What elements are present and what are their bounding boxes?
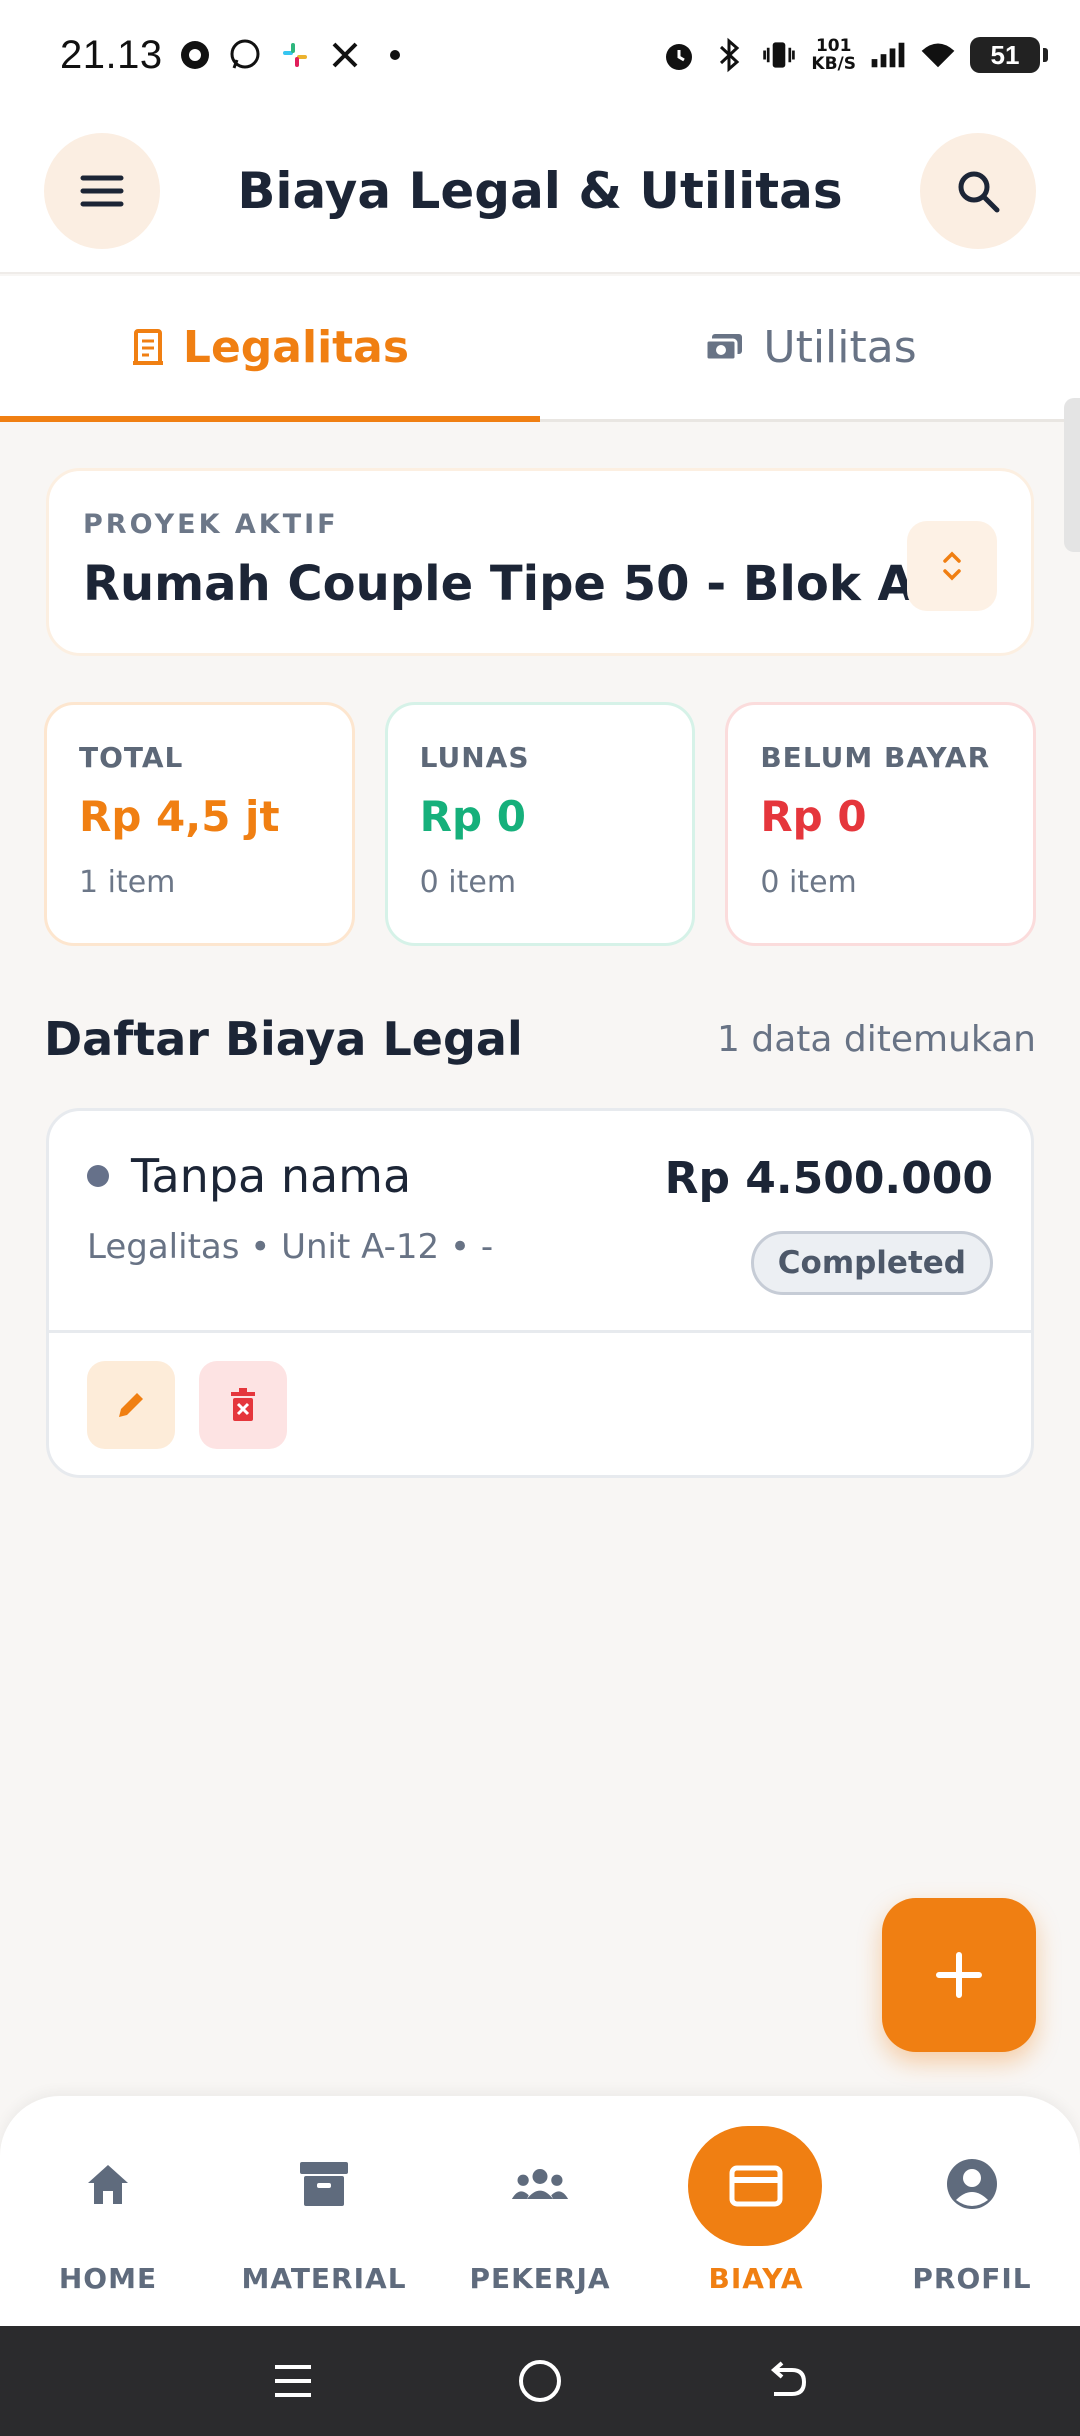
- network-rate: 101 KB/S: [811, 36, 856, 74]
- home-icon: [78, 2154, 138, 2214]
- nav-profil[interactable]: PROFIL: [864, 2096, 1080, 2326]
- page-title: Biaya Legal & Utilitas: [237, 162, 843, 220]
- recents-icon: [275, 2365, 312, 2397]
- nav-label: PROFIL: [912, 2262, 1032, 2295]
- stat-value: Rp 0: [419, 792, 526, 841]
- status-dot: [87, 1165, 109, 1187]
- back-button[interactable]: [757, 2351, 817, 2411]
- menu-icon: [80, 175, 124, 207]
- money-icon: [704, 333, 743, 361]
- tab-utilitas[interactable]: Utilitas: [540, 276, 1080, 419]
- app-notification-icon: [177, 37, 213, 73]
- tab-legalitas[interactable]: Legalitas: [0, 276, 540, 422]
- system-navigation-bar: [0, 2326, 1080, 2436]
- stat-count: 0 item: [760, 865, 857, 900]
- nav-home[interactable]: HOME: [0, 2096, 216, 2326]
- plus-icon: [936, 1952, 982, 1998]
- stat-count: 0 item: [419, 865, 517, 900]
- back-icon: [770, 2361, 806, 2396]
- list-title: Daftar Biaya Legal: [44, 1012, 523, 1066]
- bottom-navigation: HOME MATERIAL PEKERJA BIAYA PROFIL: [0, 2096, 1080, 2326]
- stat-label: TOTAL: [79, 741, 184, 774]
- tab-bar: Legalitas Utilitas: [0, 276, 1080, 422]
- tab-label: Utilitas: [763, 322, 917, 373]
- bluetooth-icon: [711, 37, 747, 73]
- nav-biaya[interactable]: BIAYA: [648, 2096, 864, 2326]
- vibrate-icon: [761, 37, 797, 73]
- stat-count: 1 item: [79, 865, 176, 900]
- stat-label: BELUM BAYAR: [760, 741, 991, 774]
- nav-label: BIAYA: [708, 2262, 804, 2295]
- active-project-card[interactable]: PROYEK AKTIF Rumah Couple Tipe 50 - Blok…: [46, 468, 1034, 656]
- wifi-icon: [920, 37, 956, 73]
- x-icon: [327, 37, 363, 73]
- item-amount: Rp 4.500.000: [664, 1153, 993, 1204]
- nav-label: MATERIAL: [241, 2262, 407, 2295]
- nav-label: PEKERJA: [469, 2262, 611, 2295]
- signal-icon: [870, 37, 906, 73]
- nav-pekerja[interactable]: PEKERJA: [432, 2096, 648, 2326]
- circle-home-icon: [518, 2360, 561, 2402]
- users-icon: [510, 2154, 570, 2214]
- project-label: PROYEK AKTIF: [83, 509, 339, 540]
- stat-belum-bayar: BELUM BAYAR Rp 0 0 item: [725, 702, 1037, 946]
- delete-button[interactable]: [199, 1361, 287, 1449]
- slack-icon: [277, 37, 313, 73]
- app-bar: Biaya Legal & Utilitas: [0, 110, 1080, 274]
- status-bar: 21.13 101 KB/S 51: [0, 0, 1080, 110]
- stat-value: Rp 0: [760, 792, 867, 841]
- status-time: 21.13: [60, 32, 163, 77]
- unfold-icon: [943, 551, 961, 581]
- stat-label: LUNAS: [419, 741, 530, 774]
- profile-icon: [942, 2154, 1002, 2214]
- battery-indicator: 51: [970, 37, 1048, 73]
- edge-scroll-handle[interactable]: [1064, 398, 1080, 552]
- item-summary: Tanpa nama Legalitas • Unit A-12 • - Rp …: [49, 1111, 1031, 1333]
- receipt-icon: [132, 328, 163, 365]
- stat-lunas: LUNAS Rp 0 0 item: [384, 702, 696, 946]
- search-button[interactable]: [920, 133, 1036, 249]
- summary-stats: TOTAL Rp 4,5 jt 1 item LUNAS Rp 0 0 item…: [44, 702, 1037, 946]
- status-badge: Completed: [750, 1231, 993, 1295]
- recents-button[interactable]: [263, 2351, 323, 2411]
- credit-card-icon: [726, 2156, 786, 2216]
- add-item-button[interactable]: [882, 1898, 1036, 2052]
- menu-button[interactable]: [44, 133, 160, 249]
- stat-value: Rp 4,5 jt: [79, 792, 280, 841]
- result-count: 1 data ditemukan: [717, 1018, 1036, 1060]
- nav-material[interactable]: MATERIAL: [216, 2096, 432, 2326]
- nav-label: HOME: [58, 2262, 158, 2295]
- edit-button[interactable]: [87, 1361, 175, 1449]
- item-name: Tanpa nama: [131, 1149, 412, 1203]
- item-actions: [49, 1333, 1031, 1449]
- trash-icon: [231, 1388, 255, 1421]
- search-icon: [958, 171, 1000, 213]
- project-name: Rumah Couple Tipe 50 - Blok A: [83, 556, 915, 612]
- alarm-icon: [661, 37, 697, 73]
- pencil-icon: [119, 1393, 143, 1417]
- more-dot-icon: [377, 37, 413, 73]
- whatsapp-icon: [227, 37, 263, 73]
- project-select-button[interactable]: [907, 521, 997, 611]
- home-button[interactable]: [510, 2351, 570, 2411]
- list-header: Daftar Biaya Legal 1 data ditemukan: [44, 1004, 1036, 1074]
- tab-label: Legalitas: [182, 322, 410, 373]
- list-item[interactable]: Tanpa nama Legalitas • Unit A-12 • - Rp …: [46, 1108, 1034, 1478]
- archive-icon: [294, 2154, 354, 2214]
- stat-total: TOTAL Rp 4,5 jt 1 item: [44, 702, 355, 946]
